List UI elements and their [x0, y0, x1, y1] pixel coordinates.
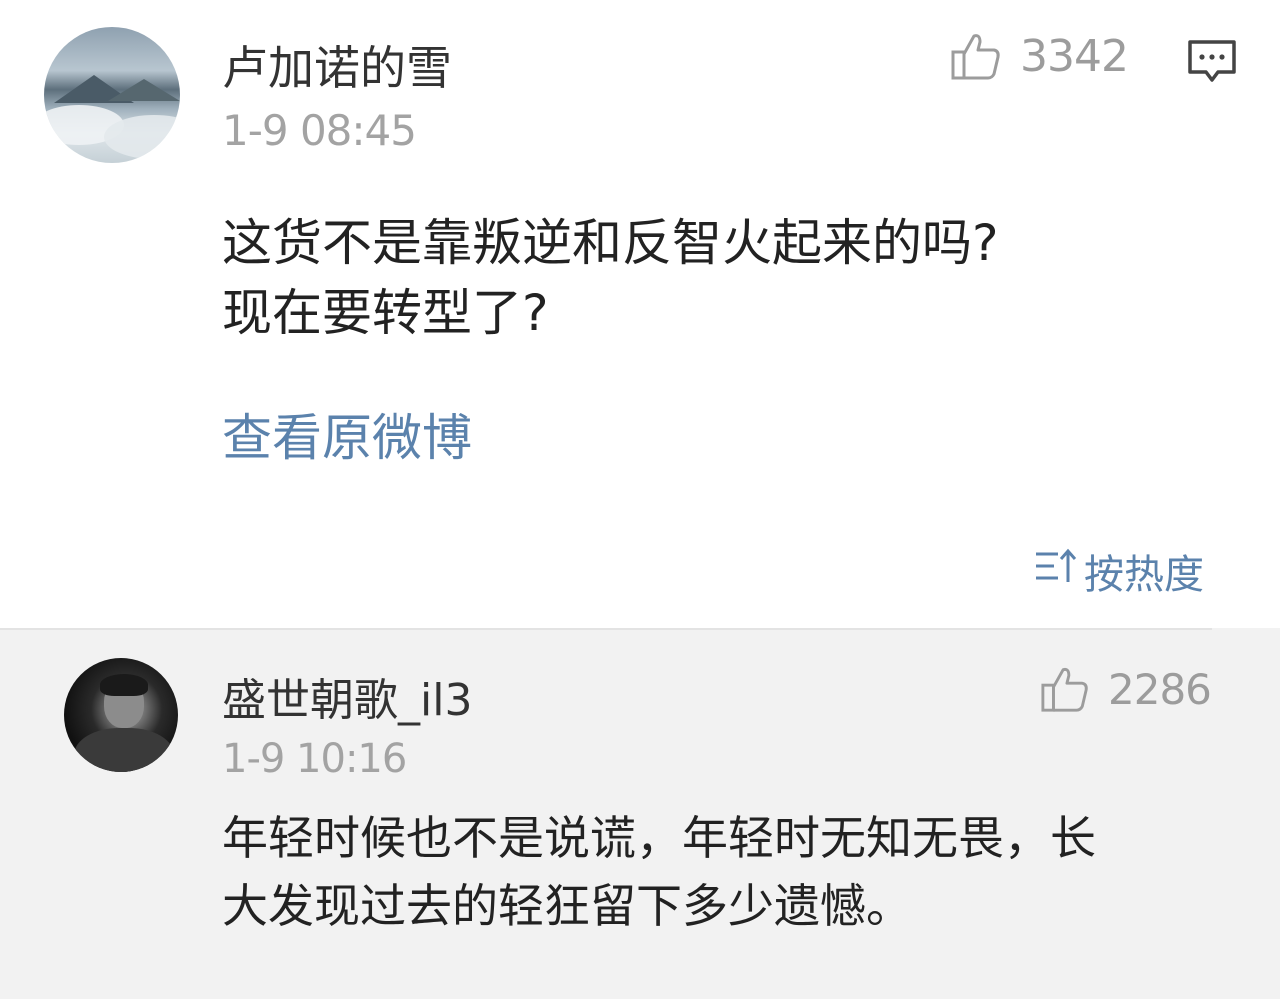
like-button[interactable]: 2286 — [1040, 664, 1212, 714]
timestamp: 1-9 10:16 — [222, 736, 407, 782]
like-count: 3342 — [1020, 30, 1129, 82]
sort-by-popularity-button[interactable]: 按热度 — [1034, 542, 1204, 600]
weibo-comment-page: 卢加诺的雪 1-9 08:45 3342 这货不是靠叛逆和反智火起来的吗? 现在… — [0, 0, 1280, 999]
username[interactable]: 盛世朝歌_il3 — [222, 664, 472, 728]
post-text-line: 现在要转型了? — [222, 284, 549, 342]
reply-text-line: 年轻时候也不是说谎，年轻时无知无畏，长 — [222, 811, 1096, 865]
post-text-line: 这货不是靠叛逆和反智火起来的吗? — [222, 214, 999, 272]
divider — [0, 628, 1212, 630]
sort-icon — [1034, 546, 1078, 596]
thumbs-up-icon — [1040, 664, 1090, 714]
timestamp: 1-9 08:45 — [222, 106, 417, 155]
like-button[interactable]: 3342 — [950, 30, 1129, 82]
post-text: 这货不是靠叛逆和反智火起来的吗? 现在要转型了? — [222, 208, 1232, 348]
avatar[interactable] — [44, 27, 180, 163]
view-original-link[interactable]: 查看原微博 — [222, 398, 472, 470]
like-count: 2286 — [1108, 664, 1212, 714]
reply-text-line: 大发现过去的轻狂留下多少遗憾。 — [222, 879, 912, 933]
avatar[interactable] — [64, 658, 178, 772]
comment-bubble-icon[interactable] — [1186, 38, 1238, 88]
username[interactable]: 卢加诺的雪 — [222, 32, 452, 98]
sort-label: 按热度 — [1084, 552, 1204, 598]
main-post: 卢加诺的雪 1-9 08:45 3342 这货不是靠叛逆和反智火起来的吗? 现在… — [0, 0, 1280, 628]
thumbs-up-icon — [950, 30, 1002, 82]
reply-text: 年轻时候也不是说谎，年轻时无知无畏，长 大发现过去的轻狂留下多少遗憾。 — [222, 804, 1232, 940]
